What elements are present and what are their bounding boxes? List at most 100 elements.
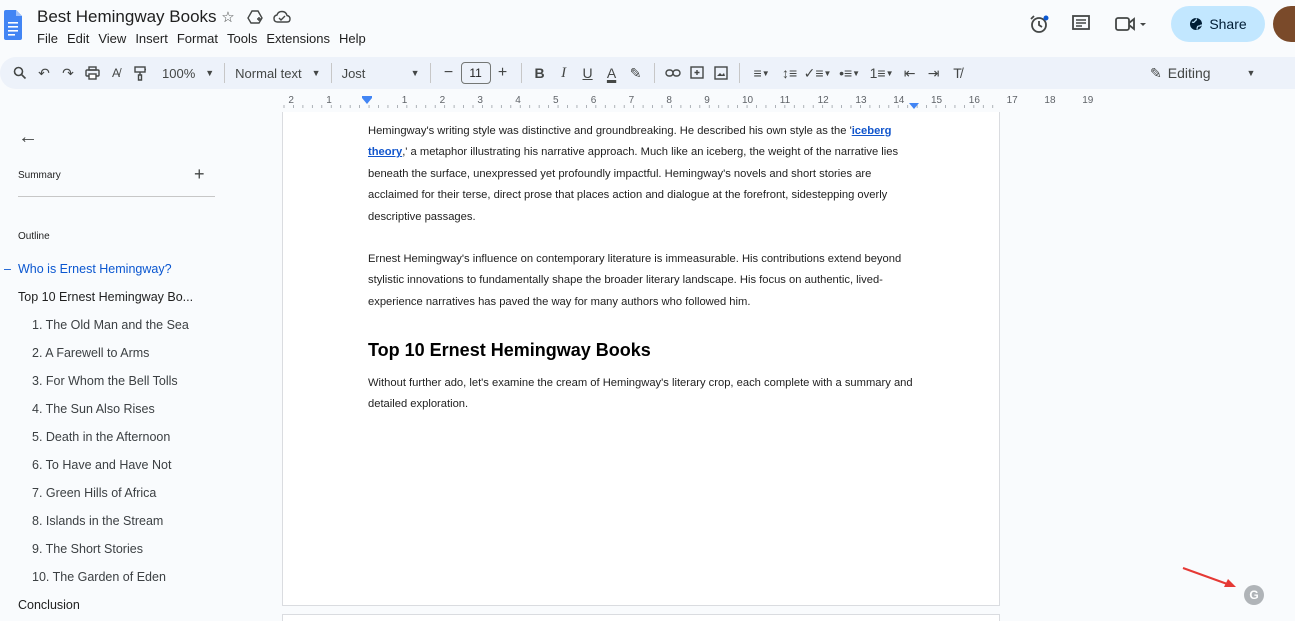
editing-mode-select[interactable]: ✎ Editing ▼ xyxy=(1150,61,1255,85)
text-color-icon[interactable]: A xyxy=(600,61,624,85)
meet-icon[interactable] xyxy=(1111,12,1151,36)
document-title[interactable]: Best Hemingway Books xyxy=(37,7,217,27)
avatar[interactable] xyxy=(1273,6,1295,42)
toolbar-divider xyxy=(738,63,740,83)
search-menus-icon[interactable] xyxy=(8,61,32,85)
outline-item[interactable]: 9. The Short Stories xyxy=(32,542,143,556)
decrease-indent-icon[interactable]: ⇤ xyxy=(898,61,922,85)
title-icons: ☆ xyxy=(219,8,291,26)
menu-tools[interactable]: Tools xyxy=(227,31,257,46)
italic-icon[interactable]: I xyxy=(552,61,576,85)
outline-item[interactable]: 3. For Whom the Bell Tolls xyxy=(32,374,178,388)
back-arrow-icon[interactable]: ← xyxy=(18,126,38,149)
bold-icon[interactable]: B xyxy=(528,61,552,85)
zoom-value: 100% xyxy=(162,65,196,81)
menu-format[interactable]: Format xyxy=(177,31,218,46)
underline-icon[interactable]: U xyxy=(576,61,600,85)
menu-extensions[interactable]: Extensions xyxy=(266,31,330,46)
font-select[interactable]: Jost ▼ xyxy=(338,61,424,85)
summary-label: Summary xyxy=(18,170,61,181)
insert-link-icon[interactable] xyxy=(661,61,685,85)
chevron-down-icon: ▼ xyxy=(311,68,321,78)
outline-item[interactable]: – Who is Ernest Hemingway? xyxy=(4,262,172,276)
outline-item[interactable]: 1. The Old Man and the Sea xyxy=(32,318,189,332)
outline-item[interactable]: 10. The Garden of Eden xyxy=(32,570,166,584)
print-icon[interactable] xyxy=(80,61,104,85)
left-indent-marker[interactable] xyxy=(362,98,372,104)
outline-item[interactable]: 5. Death in the Afternoon xyxy=(32,430,170,444)
formatting-toolbar: ↶ ↷ A̸ 100% ▼ Normal text ▼ Jost ▼ − 11 + B… xyxy=(0,57,1295,89)
ruler-tick-label: 2 xyxy=(439,95,446,106)
outline-item[interactable]: Conclusion xyxy=(18,598,80,612)
star-icon[interactable]: ☆ xyxy=(219,8,237,26)
increase-indent-icon[interactable]: ⇥ xyxy=(922,61,946,85)
insert-image-icon[interactable] xyxy=(709,61,733,85)
ruler-tick-label: 16 xyxy=(968,95,980,106)
move-to-drive-icon[interactable] xyxy=(246,8,264,26)
share-label: Share xyxy=(1209,16,1247,32)
menu-file[interactable]: File xyxy=(37,31,58,46)
paint-format-icon[interactable] xyxy=(128,61,152,85)
document-page[interactable]: Hemingway's writing style was distinctiv… xyxy=(282,112,1000,606)
outline-item[interactable]: 2. A Farewell to Arms xyxy=(32,346,149,360)
paragraph-text: Hemingway's writing style was distinctiv… xyxy=(368,125,852,137)
decrease-font-size-icon[interactable]: − xyxy=(437,61,461,85)
highlight-color-icon[interactable]: ✎ xyxy=(624,61,648,85)
ruler-tick-label: 5 xyxy=(553,95,559,106)
paragraph-text: ,' a metaphor illustrating his narrative… xyxy=(368,146,899,223)
outline-item[interactable]: 8. Islands in the Stream xyxy=(32,514,163,528)
first-line-indent-marker[interactable] xyxy=(362,96,372,98)
spellcheck-icon[interactable]: A̸ xyxy=(104,61,128,85)
zoom-select[interactable]: 100% ▼ xyxy=(158,61,218,85)
ruler-tick-label: 17 xyxy=(1006,95,1018,106)
pencil-icon: ✎ xyxy=(1150,64,1162,81)
menu-help[interactable]: Help xyxy=(339,31,366,46)
outline-item[interactable]: 6. To Have and Have Not xyxy=(32,458,171,472)
add-comment-icon[interactable] xyxy=(685,61,709,85)
heading-top-10[interactable]: Top 10 Ernest Hemingway Books xyxy=(368,340,651,361)
outline-item[interactable]: Top 10 Ernest Hemingway Bo... xyxy=(18,290,193,304)
outline-item[interactable]: 7. Green Hills of Africa xyxy=(32,486,156,500)
menu-edit[interactable]: Edit xyxy=(67,31,89,46)
paragraph-influence[interactable]: Ernest Hemingway's influence on contempo… xyxy=(368,249,913,313)
checklist-icon[interactable]: ✓≡ ▼ xyxy=(802,61,834,85)
clear-formatting-icon[interactable]: T̸ xyxy=(946,61,970,85)
outline-item[interactable]: 4. The Sun Also Rises xyxy=(32,402,155,416)
toolbar-divider xyxy=(653,63,655,83)
history-icon[interactable] xyxy=(1027,12,1051,36)
title-bar: Best Hemingway Books ☆ File Edit View In… xyxy=(0,0,1295,54)
menu-view[interactable]: View xyxy=(98,31,126,46)
align-icon[interactable]: ≡ ▼ xyxy=(746,61,778,85)
grammarly-icon[interactable]: G xyxy=(1244,585,1264,605)
paragraph-intro[interactable]: Without further ado, let's examine the c… xyxy=(368,373,913,416)
paragraph-style-select[interactable]: Normal text ▼ xyxy=(231,61,324,85)
ruler-tick-label: 10 xyxy=(742,95,754,106)
menu-insert[interactable]: Insert xyxy=(135,31,168,46)
toolbar-divider xyxy=(224,63,226,83)
header-actions: Share xyxy=(1027,6,1295,42)
paragraph-style[interactable]: Hemingway's writing style was distinctiv… xyxy=(368,121,913,228)
font-size-input[interactable]: 11 xyxy=(460,62,491,84)
font-value: Jost xyxy=(341,65,366,81)
bulleted-list-icon[interactable]: •≡ ▼ xyxy=(834,61,866,85)
outline-item-label: Who is Ernest Hemingway? xyxy=(18,262,172,276)
increase-font-size-icon[interactable]: + xyxy=(491,61,515,85)
toolbar-divider xyxy=(429,63,431,83)
ruler-tick-label: 6 xyxy=(590,95,597,106)
add-summary-icon[interactable]: + xyxy=(194,164,205,185)
docs-logo-icon[interactable] xyxy=(4,10,22,40)
line-spacing-icon[interactable]: ↕≡ xyxy=(778,61,802,85)
horizontal-ruler[interactable]: 2 1 1 2 3 4 5 6 7 8 9 10 11 12 13 14 15 16 17 18 19 xyxy=(282,95,1093,111)
undo-icon[interactable]: ↶ xyxy=(32,61,56,85)
ruler-tick-label: 3 xyxy=(477,95,483,106)
chevron-down-icon: ▼ xyxy=(1246,68,1256,78)
numbered-list-icon[interactable]: 1≡ ▼ xyxy=(866,61,898,85)
ruler-tick-label: 1 xyxy=(326,95,332,106)
comments-icon[interactable] xyxy=(1069,12,1093,36)
cloud-status-icon[interactable] xyxy=(273,8,291,26)
summary-divider xyxy=(18,196,215,197)
redo-icon[interactable]: ↷ xyxy=(56,61,80,85)
share-button[interactable]: Share xyxy=(1171,6,1265,42)
document-outline-panel: ← Summary + Outline – Who is Ernest Hemin… xyxy=(0,112,240,621)
document-page-next[interactable] xyxy=(282,614,1000,621)
